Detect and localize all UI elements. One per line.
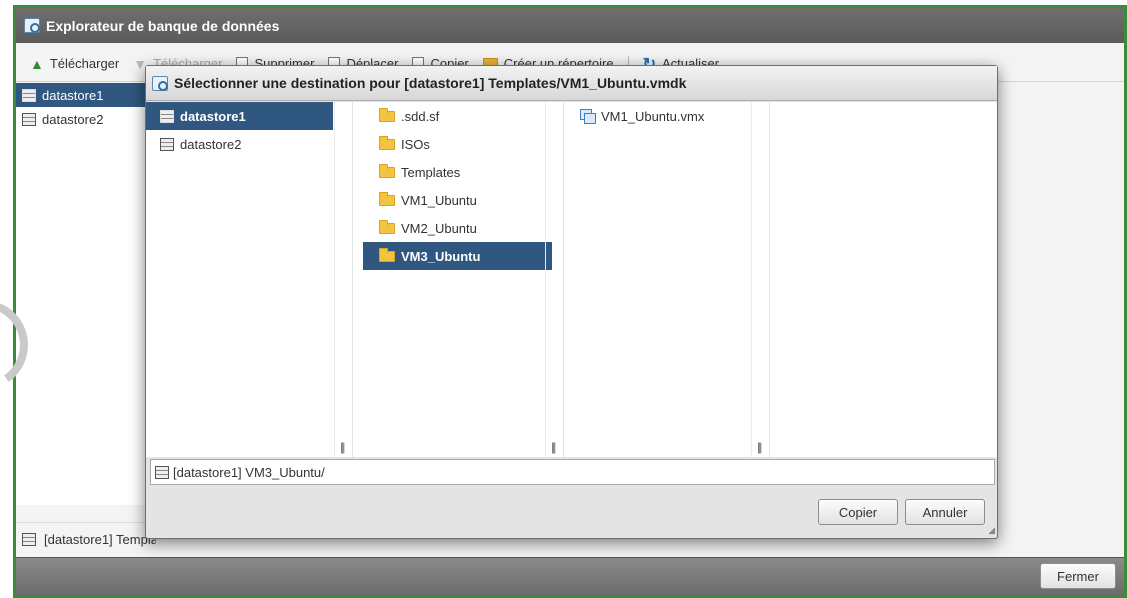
- folder-item[interactable]: VM2_Ubuntu: [363, 214, 552, 242]
- grip-icon: |||: [551, 440, 557, 454]
- folder-icon: [379, 135, 395, 150]
- window-title-bar: Explorateur de banque de données: [16, 8, 1124, 43]
- dialog-title-bar: Sélectionner une destination pour [datas…: [146, 66, 997, 101]
- dialog-buttons: Copier Annuler: [818, 499, 985, 525]
- column-item-datastore1[interactable]: datastore1: [146, 102, 333, 130]
- folder-label: VM2_Ubuntu: [401, 220, 477, 236]
- folder-label: ISOs: [401, 136, 430, 152]
- folder-column: .sdd.sf ISOs Templates VM1_Ubuntu VM2_Ub…: [353, 102, 564, 457]
- datastore-column: datastore1 datastore2 |||: [146, 102, 353, 457]
- datastore-browser-icon: [152, 75, 168, 91]
- grip-icon: |||: [757, 440, 763, 454]
- file-label: VM1_Ubuntu.vmx: [601, 108, 705, 124]
- column-item-datastore2[interactable]: datastore2: [146, 130, 333, 158]
- datastore-browser-icon: [24, 18, 40, 33]
- column-item-label: datastore2: [180, 136, 242, 152]
- cancel-button[interactable]: Annuler: [905, 499, 985, 525]
- column-resize-handle[interactable]: |||: [334, 102, 352, 457]
- status-path: [datastore1] Templates/VM1_Ubuntu.vmdk: [16, 522, 156, 556]
- status-path-text: [datastore1] Templates/VM1_Ubuntu.vmdk: [44, 532, 156, 547]
- grip-icon: |||: [340, 440, 346, 454]
- datastore-icon: [22, 112, 36, 126]
- folder-item[interactable]: VM1_Ubuntu: [363, 186, 552, 214]
- datastore-icon: [22, 88, 36, 102]
- copy-confirm-button[interactable]: Copier: [818, 499, 898, 525]
- folder-item[interactable]: .sdd.sf: [363, 102, 552, 130]
- column-browser: datastore1 datastore2 ||| .sdd.sf ISOs T…: [146, 102, 997, 457]
- folder-label: VM3_Ubuntu: [401, 248, 481, 264]
- tree-item-label: datastore2: [42, 111, 104, 127]
- file-column: VM1_Ubuntu.vmx |||: [564, 102, 770, 457]
- folder-icon: [379, 163, 395, 178]
- datastore-tree: datastore1 datastore2: [16, 83, 146, 505]
- tree-item-label: datastore1: [42, 87, 104, 103]
- folder-icon: [379, 107, 395, 122]
- destination-path-value: [datastore1] VM3_Ubuntu/: [173, 464, 325, 480]
- folder-item[interactable]: Templates: [363, 158, 552, 186]
- datastore-icon: [160, 137, 174, 151]
- upload-button[interactable]: ▲ Télécharger: [30, 56, 119, 72]
- folder-icon: [379, 219, 395, 234]
- dialog-title: Sélectionner une destination pour [datas…: [174, 75, 687, 91]
- column-resize-handle[interactable]: |||: [751, 102, 769, 457]
- folder-label: .sdd.sf: [401, 108, 440, 124]
- column-resize-handle[interactable]: |||: [545, 102, 563, 457]
- tree-item-datastore1[interactable]: datastore1: [16, 83, 146, 107]
- folder-item-selected[interactable]: VM3_Ubuntu: [363, 242, 552, 270]
- window-footer: Fermer: [16, 557, 1124, 595]
- tree-item-datastore2[interactable]: datastore2: [16, 107, 146, 131]
- file-item[interactable]: VM1_Ubuntu.vmx: [564, 102, 752, 130]
- datastore-icon: [160, 109, 174, 123]
- folder-item[interactable]: ISOs: [363, 130, 552, 158]
- resize-grip-icon[interactable]: ◢: [988, 525, 995, 536]
- column-item-label: datastore1: [180, 108, 246, 124]
- select-destination-dialog: Sélectionner une destination pour [datas…: [145, 65, 998, 539]
- folder-icon: [379, 247, 395, 262]
- folder-label: VM1_Ubuntu: [401, 192, 477, 208]
- folder-icon: [379, 191, 395, 206]
- datastore-icon: [155, 465, 169, 479]
- vm-config-icon: [580, 109, 596, 124]
- destination-path-field[interactable]: [datastore1] VM3_Ubuntu/: [150, 459, 995, 485]
- folder-label: Templates: [401, 164, 461, 180]
- upload-icon: ▲: [30, 55, 44, 72]
- upload-label: Télécharger: [49, 56, 120, 71]
- window-title: Explorateur de banque de données: [46, 17, 280, 34]
- datastore-icon: [22, 533, 36, 546]
- close-button[interactable]: Fermer: [1040, 563, 1116, 589]
- empty-column: [770, 102, 997, 457]
